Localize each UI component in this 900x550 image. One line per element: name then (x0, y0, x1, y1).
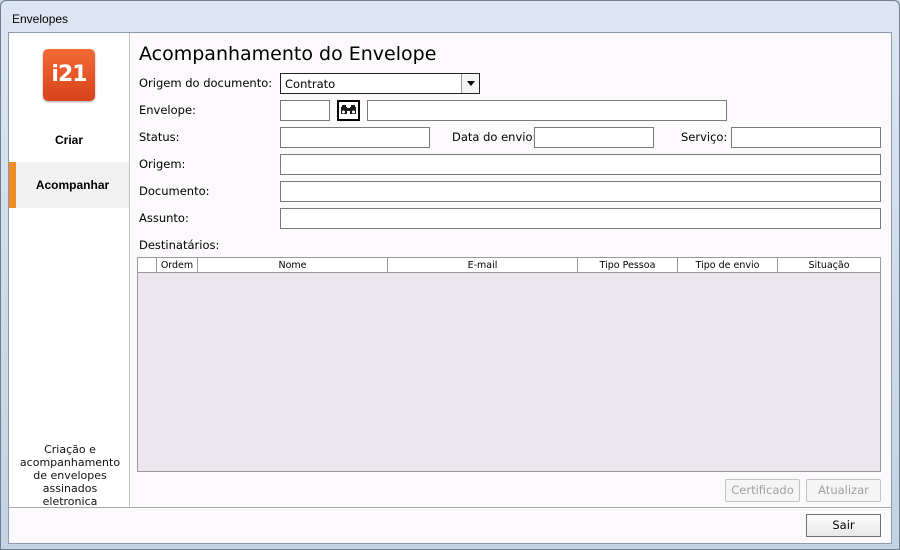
data-envio-label: Data do envio: (452, 130, 537, 144)
app-window: Envelopes i21 Criar Acompanhar Criação e… (0, 0, 900, 550)
i21-logo: i21 (43, 49, 95, 101)
sidebar-item-acompanhar[interactable]: Acompanhar (9, 162, 129, 208)
destinatarios-label: Destinatários: (139, 238, 220, 252)
origem-documento-select[interactable]: Contrato (280, 73, 480, 94)
origem-field[interactable] (280, 154, 881, 175)
grid-col-nome[interactable]: Nome (198, 258, 388, 272)
sidebar: i21 Criar Acompanhar Criação e acompanha… (9, 33, 130, 508)
chevron-down-icon[interactable] (461, 74, 479, 93)
grid-col-tipo-pessoa[interactable]: Tipo Pessoa (578, 258, 678, 272)
grid-col-selector[interactable] (138, 258, 157, 272)
destinatarios-grid[interactable]: Ordem Nome E-mail Tipo Pessoa Tipo de en… (137, 257, 881, 472)
envelope-label: Envelope: (139, 103, 196, 117)
footer-bar: Sair (9, 507, 891, 543)
documento-label: Documento: (139, 184, 210, 198)
servico-field[interactable] (731, 127, 881, 148)
grid-col-situacao[interactable]: Situação (778, 258, 880, 272)
certificado-button[interactable]: Certificado (725, 479, 800, 502)
grid-col-tipo-envio[interactable]: Tipo de envio (678, 258, 778, 272)
window-title: Envelopes (12, 12, 69, 26)
search-button[interactable] (337, 100, 360, 121)
binoculars-icon (341, 105, 356, 114)
status-field[interactable] (280, 127, 430, 148)
assunto-field[interactable] (280, 208, 881, 229)
window-client: i21 Criar Acompanhar Criação e acompanha… (8, 32, 892, 544)
origem-documento-label: Origem do documento: (139, 76, 273, 90)
data-envio-field[interactable] (534, 127, 654, 148)
grid-header: Ordem Nome E-mail Tipo Pessoa Tipo de en… (138, 258, 880, 273)
envelope-id-field[interactable] (280, 100, 330, 121)
sidebar-description: Criação e acompanhamento de envelopes as… (19, 443, 121, 508)
main-panel: Acompanhamento do Envelope Origem do doc… (131, 33, 891, 507)
sidebar-item-criar[interactable]: Criar (9, 117, 129, 163)
documento-field[interactable] (280, 181, 881, 202)
assunto-label: Assunto: (139, 211, 189, 225)
origem-label: Origem: (139, 157, 186, 171)
servico-label: Serviço: (681, 130, 728, 144)
origem-documento-value: Contrato (285, 77, 336, 91)
envelope-description-field[interactable] (367, 100, 727, 121)
page-title: Acompanhamento do Envelope (139, 43, 437, 65)
sair-button[interactable]: Sair (806, 514, 881, 537)
status-label: Status: (139, 130, 180, 144)
atualizar-button[interactable]: Atualizar (806, 479, 881, 502)
grid-col-ordem[interactable]: Ordem (157, 258, 198, 272)
grid-col-email[interactable]: E-mail (388, 258, 578, 272)
